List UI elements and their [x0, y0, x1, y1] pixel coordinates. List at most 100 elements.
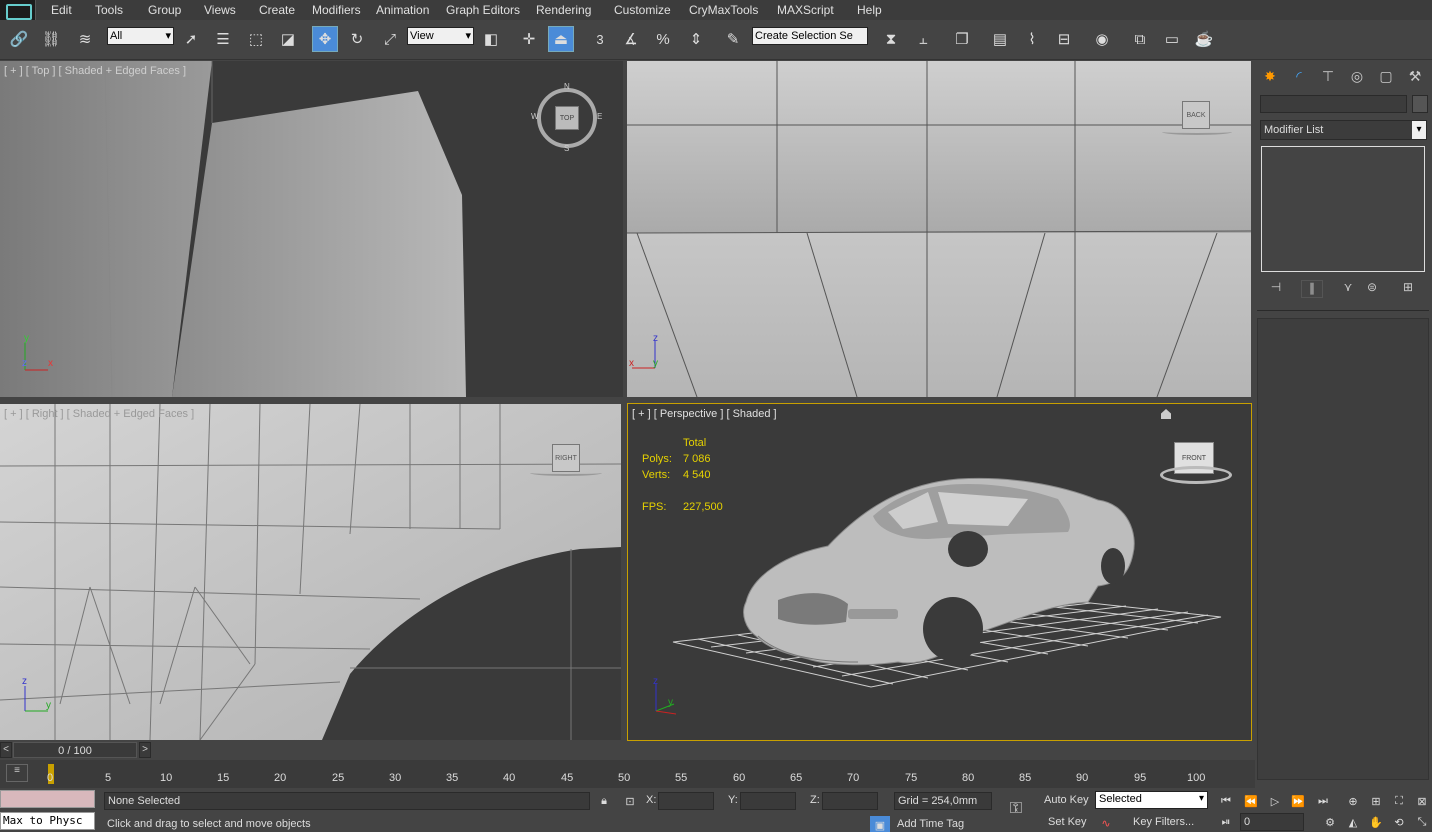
previous-frame-icon[interactable]: ⏪ [1241, 792, 1261, 810]
menu-modifiers[interactable]: Modifiers [312, 3, 361, 17]
menu-group[interactable]: Group [148, 3, 181, 17]
material-editor-icon[interactable]: ◉ [1089, 26, 1115, 52]
time-configuration-icon[interactable]: ⚙ [1320, 813, 1340, 831]
snaps-toggle-icon[interactable]: 3 [587, 26, 613, 52]
menu-customize[interactable]: Customize [614, 3, 671, 17]
mirror-icon[interactable]: ⧗ [878, 26, 904, 52]
trackbar[interactable]: ≡ 0 5 10 15 20 25 30 35 40 45 50 55 60 6… [0, 760, 1255, 788]
rendered-frame-window-icon[interactable]: ▭ [1159, 26, 1185, 52]
select-and-move-icon[interactable]: ✥ [312, 26, 338, 52]
curve-editor-icon[interactable]: ⌇ [1019, 26, 1045, 52]
key-icon[interactable]: ⚿ [1006, 800, 1026, 818]
render-production-icon[interactable]: ☕ [1191, 26, 1217, 52]
zoom-all-icon[interactable]: ⊞ [1366, 792, 1386, 810]
select-by-name-icon[interactable]: ☰ [210, 26, 236, 52]
play-icon[interactable]: ▷ [1265, 792, 1285, 810]
angle-snap-icon[interactable]: ∡ [618, 26, 644, 52]
viewport-top-label[interactable]: [ + ] [ Top ] [ Shaded + Edged Faces ] [4, 65, 186, 77]
make-unique-icon[interactable]: ⋎ [1337, 280, 1359, 298]
viewcube-back[interactable]: BACK [1182, 101, 1210, 129]
menu-help[interactable]: Help [857, 3, 882, 17]
object-name-input[interactable] [1260, 95, 1407, 113]
utilities-tab-icon[interactable]: ⚒ [1403, 66, 1427, 86]
time-prev-button[interactable]: < [0, 742, 12, 758]
remove-modifier-icon[interactable]: ⊜ [1361, 280, 1383, 298]
spinner-snap-icon[interactable]: ⇕ [683, 26, 709, 52]
select-and-rotate-icon[interactable]: ↻ [344, 26, 370, 52]
viewcube-right[interactable]: RIGHT [552, 444, 580, 472]
modifier-list-dropdown[interactable]: Modifier List ▾ [1260, 120, 1427, 140]
default-tangent-icon[interactable]: ∿ [1096, 814, 1116, 832]
z-coord-input[interactable] [822, 792, 878, 810]
select-and-manipulate-icon[interactable]: ✛ [516, 26, 542, 52]
viewport-right[interactable]: [ + ] [ Right ] [ Shaded + Edged Faces ]… [0, 404, 621, 740]
viewport-top[interactable]: [ + ] [ Top ] [ Shaded + Edged Faces ] T… [0, 61, 623, 397]
key-mode-dropdown[interactable]: Selected ▾ [1095, 791, 1208, 809]
maximize-viewport-icon[interactable]: ⤡ [1412, 813, 1432, 831]
rectangular-selection-icon[interactable]: ⬚ [243, 26, 269, 52]
bind-to-space-warp-icon[interactable]: ≋ [72, 26, 98, 52]
unlink-selection-icon[interactable]: ⛓ [38, 26, 64, 52]
use-pivot-point-icon[interactable]: ◧ [478, 26, 504, 52]
keyboard-shortcut-override-icon[interactable]: ⏏ [548, 26, 574, 52]
select-and-scale-icon[interactable]: ⤢ [377, 26, 403, 52]
menu-rendering[interactable]: Rendering [536, 3, 591, 17]
lock-selection-icon[interactable]: 🔒︎ [594, 792, 614, 810]
menu-maxscript[interactable]: MAXScript [777, 3, 834, 17]
layer-manager-icon[interactable]: ❐ [949, 26, 975, 52]
create-tab-icon[interactable]: ✸ [1258, 66, 1282, 86]
next-frame-icon[interactable]: ⏩ [1288, 792, 1308, 810]
pin-stack-icon[interactable]: ⊣ [1265, 280, 1287, 298]
time-tag-icon[interactable]: ▣ [870, 816, 890, 832]
zoom-icon[interactable]: ⊕ [1343, 792, 1363, 810]
configure-modifier-sets-icon[interactable]: ⊞ [1397, 280, 1419, 298]
edit-named-selection-icon[interactable]: ✎ [720, 26, 746, 52]
render-setup-icon[interactable]: ⧉ [1127, 26, 1153, 52]
viewport-right-label[interactable]: [ + ] [ Right ] [ Shaded + Edged Faces ] [4, 408, 194, 420]
zoom-extents-icon[interactable]: ⛶ [1389, 792, 1409, 810]
current-frame-input[interactable]: 0 [1240, 813, 1304, 831]
maxscript-listener-output[interactable] [0, 790, 95, 808]
motion-tab-icon[interactable]: ◎ [1345, 66, 1369, 86]
hierarchy-tab-icon[interactable]: ⊤ [1316, 66, 1340, 86]
go-to-end-icon[interactable]: ⏭ [1313, 792, 1333, 810]
selection-filter-dropdown[interactable]: All [107, 27, 174, 45]
align-icon[interactable]: ⫠ [910, 26, 936, 52]
set-key-button[interactable]: Set Key [1048, 816, 1087, 828]
modifier-stack-list[interactable] [1261, 146, 1425, 272]
viewcube-face-top[interactable]: TOP [555, 106, 579, 130]
ribbon-icon[interactable]: ▤ [987, 26, 1013, 52]
named-selection-set-input[interactable]: Create Selection Se [752, 27, 868, 45]
key-filters-button[interactable]: Key Filters... [1133, 816, 1194, 828]
display-tab-icon[interactable]: ▢ [1374, 66, 1398, 86]
menu-crymaxtools[interactable]: CryMaxTools [689, 3, 758, 17]
absolute-mode-icon[interactable]: ⊡ [620, 792, 640, 810]
modify-tab-icon[interactable]: ◜ [1287, 66, 1311, 86]
reference-coordinate-dropdown[interactable]: View [407, 27, 474, 45]
menu-graph-editors[interactable]: Graph Editors [446, 3, 520, 17]
select-object-icon[interactable]: ➚ [178, 26, 204, 52]
auto-key-button[interactable]: Auto Key [1044, 794, 1089, 806]
object-color-swatch[interactable] [1412, 95, 1428, 113]
time-next-button[interactable]: > [139, 742, 151, 758]
percent-snap-icon[interactable]: % [650, 26, 676, 52]
maxscript-listener-input[interactable]: Max to Physc [0, 812, 95, 830]
app-logo-icon[interactable] [0, 0, 36, 20]
add-time-tag-button[interactable]: Add Time Tag [894, 816, 992, 832]
select-and-link-icon[interactable]: 🔗 [6, 26, 32, 52]
menu-animation[interactable]: Animation [376, 3, 429, 17]
key-mode-toggle-icon[interactable]: ⏯ [1216, 813, 1236, 831]
schematic-view-icon[interactable]: ⊟ [1051, 26, 1077, 52]
show-end-result-icon[interactable]: ∥ [1301, 280, 1323, 298]
menu-tools[interactable]: Tools [95, 3, 123, 17]
menu-create[interactable]: Create [259, 3, 295, 17]
pan-view-icon[interactable]: ✋ [1366, 813, 1386, 831]
viewport-perspective[interactable]: [ + ] [ Perspective ] [ Shaded ] Total P… [627, 403, 1252, 741]
go-to-start-icon[interactable]: ⏮ [1216, 792, 1236, 810]
menu-edit[interactable]: Edit [51, 3, 72, 17]
y-coord-input[interactable] [740, 792, 796, 810]
menu-views[interactable]: Views [204, 3, 236, 17]
window-crossing-icon[interactable]: ◪ [275, 26, 301, 52]
x-coord-input[interactable] [658, 792, 714, 810]
time-slider-thumb[interactable]: 0 / 100 [13, 742, 137, 758]
